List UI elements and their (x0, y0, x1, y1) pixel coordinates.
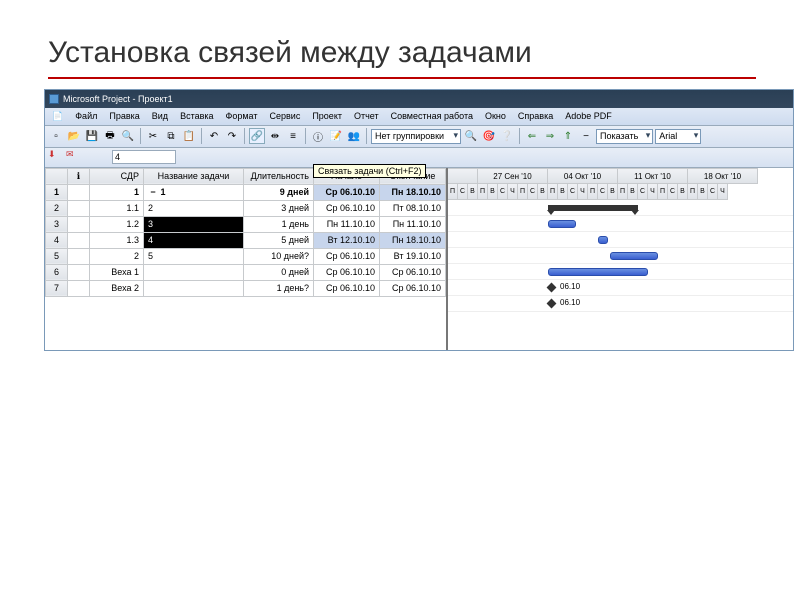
toolbar-main: ▫ 📂 💾 🖶 🔍 ✂ ⧉ 📋 ↶ ↷ 🔗 ⇹ ≡ ⓘ 📝 👥 Нет груп… (45, 126, 793, 148)
task-grid[interactable]: ℹ СДР Название задачи Длительность Начал… (45, 168, 448, 350)
open-icon[interactable]: 📂 (66, 128, 82, 144)
col-name[interactable]: Название задачи (144, 168, 244, 184)
font-combo[interactable]: Arial (655, 129, 701, 144)
menu-view[interactable]: Вид (147, 109, 173, 123)
gantt-bar[interactable] (598, 236, 608, 244)
menu-edit[interactable]: Правка (104, 109, 144, 123)
menu-tools[interactable]: Сервис (265, 109, 306, 123)
gantt-bar[interactable] (610, 252, 658, 260)
formula-box[interactable]: 4 (112, 150, 176, 164)
table-row[interactable]: 52510 дней?Ср 06.10.10Вт 19.10.10 (46, 248, 446, 264)
zoom-icon[interactable]: 🔍 (463, 128, 479, 144)
corner-cell[interactable] (46, 168, 68, 184)
table-row[interactable]: 11− 19 днейСр 06.10.10Пн 18.10.10 (46, 184, 446, 200)
link-icon[interactable]: 🔗 (249, 128, 265, 144)
menu-format[interactable]: Формат (221, 109, 263, 123)
preview-icon[interactable]: 🔍 (120, 128, 136, 144)
table-row[interactable]: 31.231 деньПн 11.10.10Пн 11.10.10 (46, 216, 446, 232)
table-row[interactable]: 6Веха 10 днейСр 06.10.10Ср 06.10.10 (46, 264, 446, 280)
milestone-label: 06.10 (560, 282, 580, 291)
divider (48, 77, 756, 79)
new-icon[interactable]: ▫ (48, 128, 64, 144)
titlebar: Microsoft Project - Проект1 (45, 90, 793, 108)
assign-icon[interactable]: 👥 (346, 128, 362, 144)
gantt-chart[interactable]: 27 Сен '1004 Окт '1011 Окт '1018 Окт '10… (448, 168, 793, 350)
menubar[interactable]: 📄 Файл Правка Вид Вставка Формат Сервис … (45, 108, 793, 126)
toolbar-pdf: ⬇ ✉ 4 Связать задачи (Ctrl+F2) (45, 148, 793, 168)
arrow-up-icon[interactable]: ⇑ (560, 128, 576, 144)
menu-file[interactable]: Файл (70, 109, 102, 123)
menu-report[interactable]: Отчет (349, 109, 384, 123)
undo-icon[interactable]: ↶ (206, 128, 222, 144)
table-row[interactable]: 41.345 днейВт 12.10.10Пн 18.10.10 (46, 232, 446, 248)
help-icon[interactable]: ❔ (499, 128, 515, 144)
app-window: Microsoft Project - Проект1 📄 Файл Правк… (44, 89, 794, 351)
cut-icon[interactable]: ✂ (145, 128, 161, 144)
copy-icon[interactable]: ⧉ (163, 128, 179, 144)
save-icon[interactable]: 💾 (84, 128, 100, 144)
table-row[interactable]: 7Веха 21 день?Ср 06.10.10Ср 06.10.10 (46, 280, 446, 296)
arrow-right-icon[interactable]: ⇒ (542, 128, 558, 144)
col-wbs[interactable]: СДР (90, 168, 144, 184)
window-title: Microsoft Project - Проект1 (63, 94, 173, 104)
info-icon[interactable]: ⓘ (310, 128, 326, 144)
notes-icon[interactable]: 📝 (328, 128, 344, 144)
milestone-label: 06.10 (560, 298, 580, 307)
milestone-icon[interactable] (547, 298, 557, 308)
goto-icon[interactable]: 🎯 (481, 128, 497, 144)
print-icon[interactable]: 🖶 (102, 128, 118, 144)
show-combo[interactable]: Показать (596, 129, 653, 144)
menu-project[interactable]: Проект (307, 109, 347, 123)
col-duration[interactable]: Длительность (244, 168, 314, 184)
gantt-bar[interactable] (548, 220, 576, 228)
menu-window[interactable]: Окно (480, 109, 511, 123)
split-icon[interactable]: ≡ (285, 128, 301, 144)
paste-icon[interactable]: 📋 (181, 128, 197, 144)
gantt-bar[interactable] (548, 268, 648, 276)
milestone-icon[interactable] (547, 282, 557, 292)
redo-icon[interactable]: ↷ (224, 128, 240, 144)
pdf-mail-icon[interactable]: ✉ (66, 149, 82, 165)
arrow-left-icon[interactable]: ⇐ (524, 128, 540, 144)
tooltip: Связать задачи (Ctrl+F2) (313, 164, 426, 178)
unlink-icon[interactable]: ⇹ (267, 128, 283, 144)
menu-insert[interactable]: Вставка (175, 109, 218, 123)
menu-adobe[interactable]: Adobe PDF (560, 109, 617, 123)
app-icon (49, 94, 59, 104)
menu-collab[interactable]: Совместная работа (386, 109, 478, 123)
pdf-icon[interactable]: ⬇ (48, 149, 64, 165)
grouping-combo[interactable]: Нет группировки (371, 129, 461, 144)
table-row[interactable]: 21.123 днейСр 06.10.10Пт 08.10.10 (46, 200, 446, 216)
slide-title: Установка связей между задачами (48, 36, 756, 71)
menu-help[interactable]: Справка (513, 109, 558, 123)
sys-icon[interactable]: 📄 (47, 109, 68, 124)
collapse-icon[interactable]: − (578, 128, 594, 144)
col-info[interactable]: ℹ (68, 168, 90, 184)
